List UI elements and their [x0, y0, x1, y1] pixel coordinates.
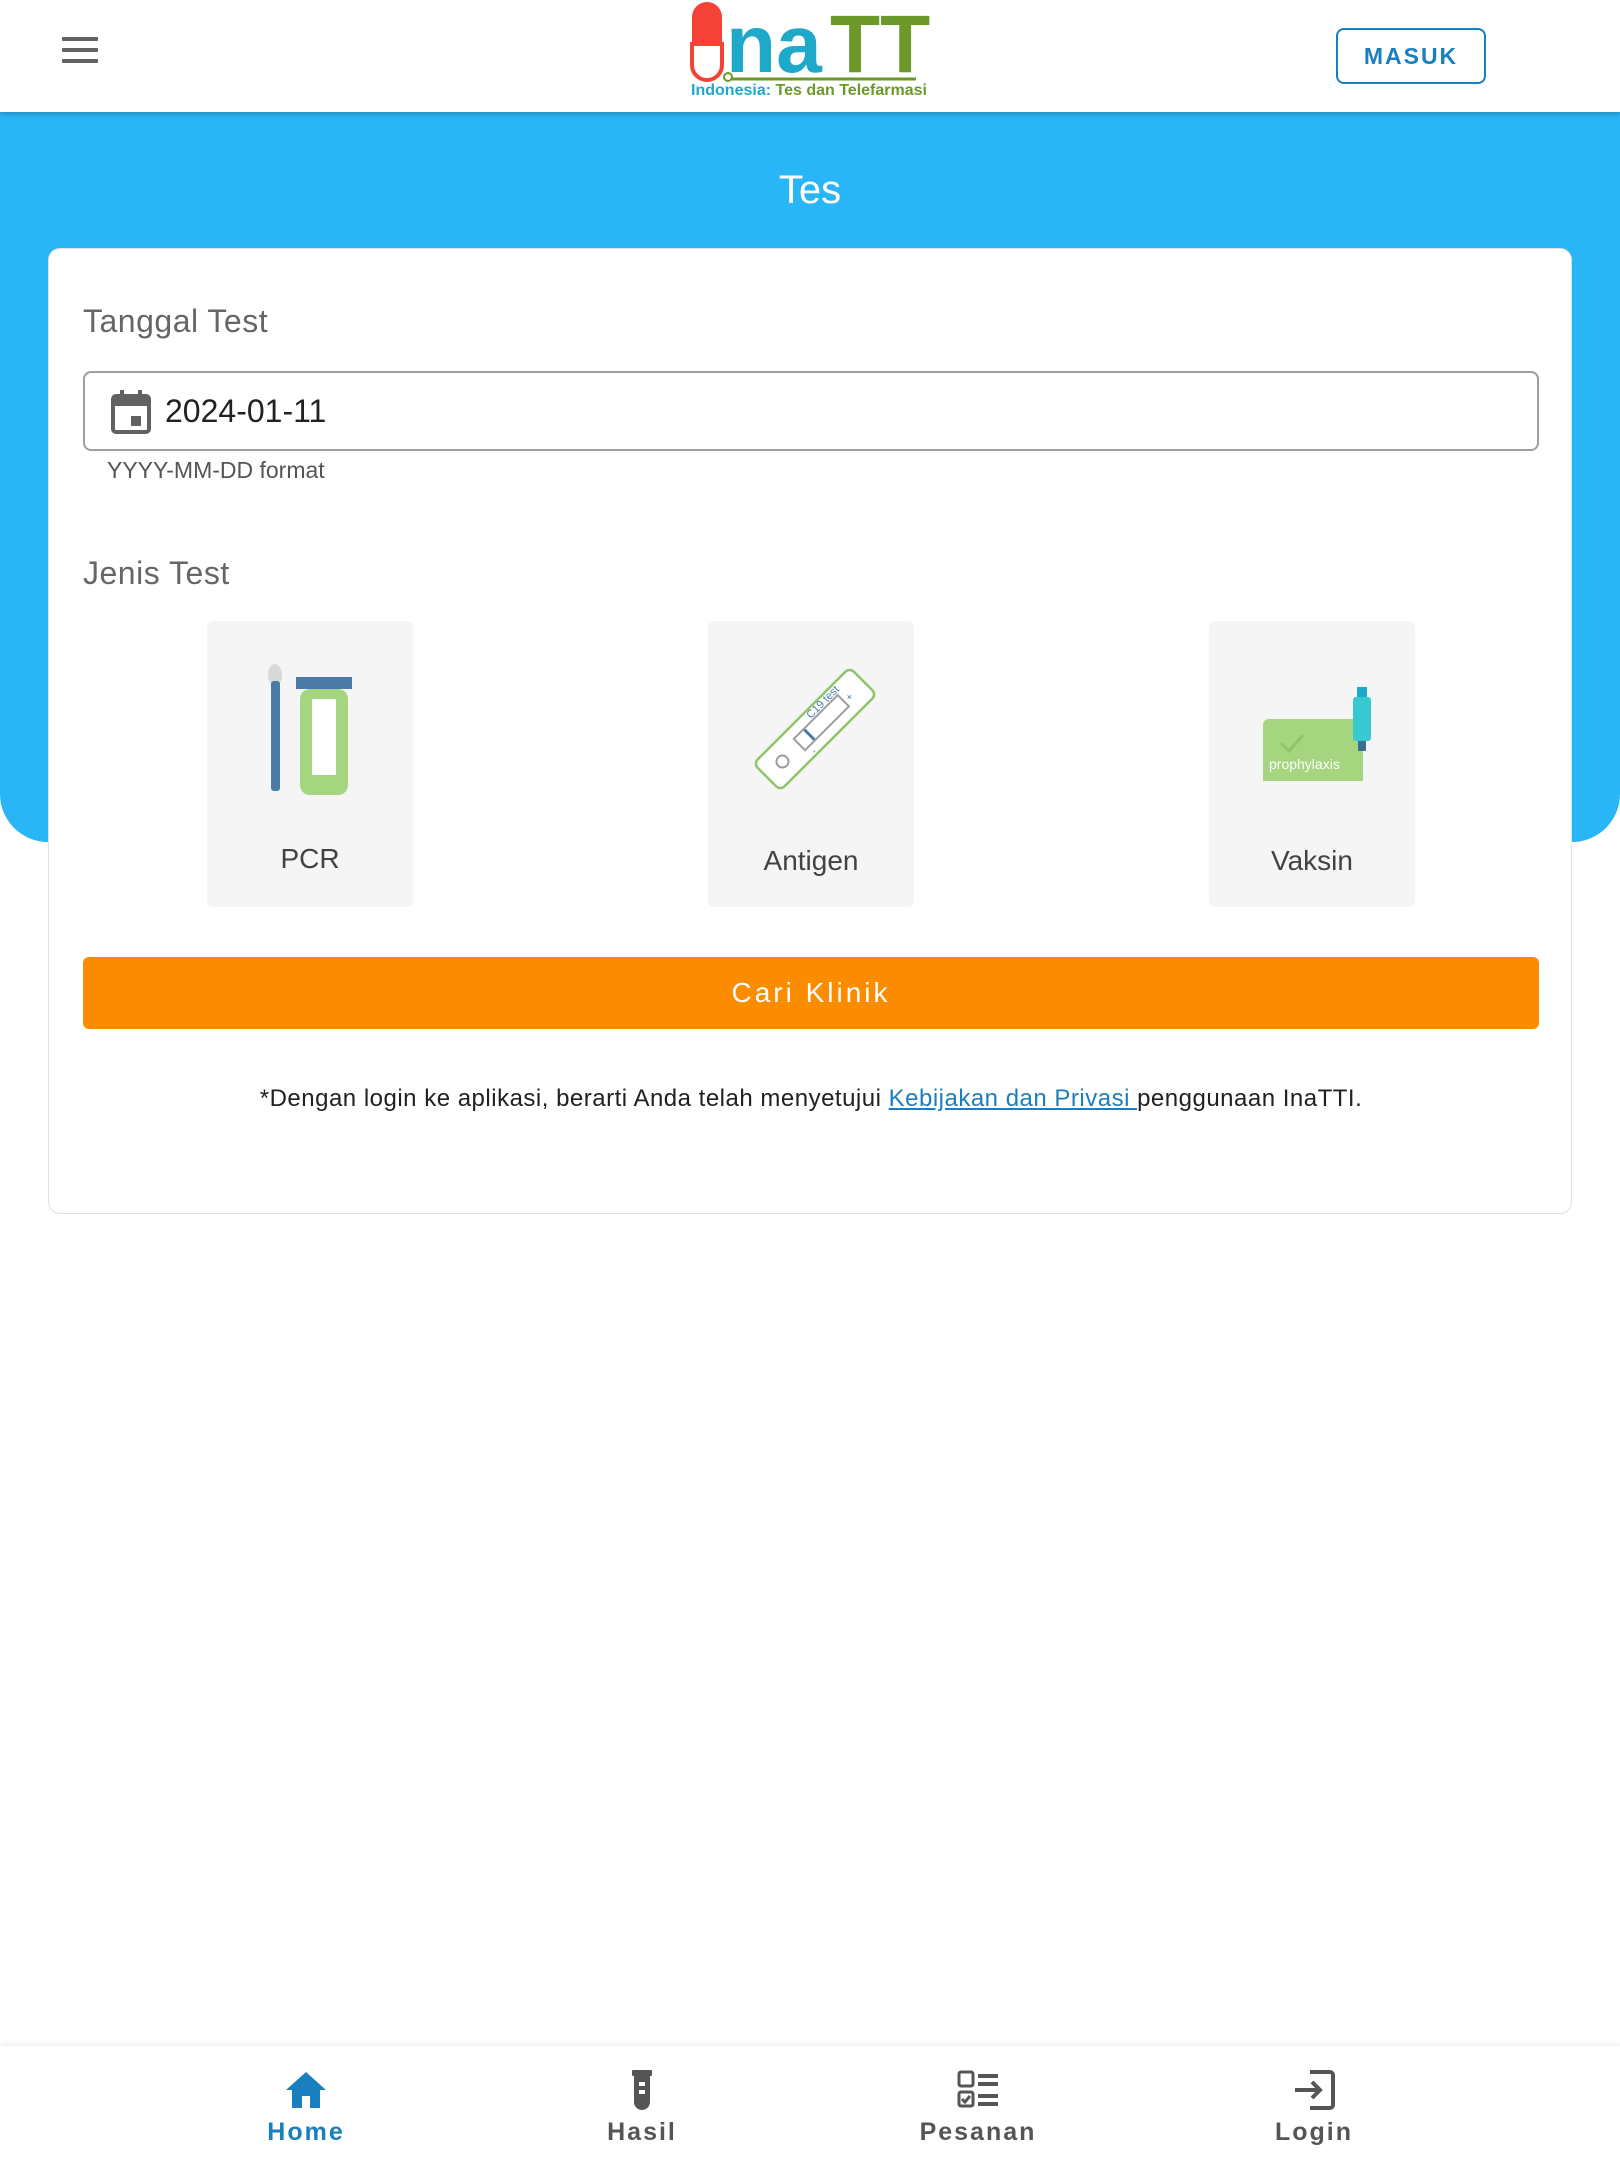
nav-pesanan[interactable]: Pesanan: [810, 2046, 1146, 2160]
nav-home[interactable]: Home: [138, 2046, 474, 2160]
date-value: 2024-01-11: [165, 393, 327, 429]
test-type-label: Jenis Test: [83, 555, 230, 591]
antigen-test-icon: C19 test + -: [754, 668, 876, 790]
disclaimer-text: *Dengan login ke aplikasi, berarti Anda …: [259, 1085, 1363, 1112]
logo-mark: na TTi: [690, 0, 951, 90]
test-option-label: PCR: [280, 843, 340, 874]
svg-text:TTi: TTi: [830, 0, 932, 84]
date-label: Tanggal Test: [83, 303, 269, 339]
page-title: Tes: [778, 168, 842, 212]
date-input[interactable]: 2024-01-11: [83, 371, 1539, 451]
vaccine-icon: prophylaxis: [1263, 687, 1371, 781]
calendar-icon: [111, 390, 151, 434]
test-form-card: Tanggal Test 2024-01-11 YYYY-MM-DD forma…: [48, 248, 1572, 1214]
login-icon: [1295, 2070, 1335, 2110]
cari-klinik-button[interactable]: Cari Klinik: [83, 957, 1539, 1029]
date-format-hint: YYYY-MM-DD format: [107, 457, 325, 483]
test-option-label: Antigen: [763, 845, 859, 876]
test-option-antigen[interactable]: C19 test + - Antigen: [708, 621, 914, 907]
svg-text:na: na: [726, 0, 823, 84]
svg-text:prophylaxis: prophylaxis: [1269, 756, 1340, 772]
test-option-label: Vaksin: [1271, 845, 1353, 876]
privacy-policy-link[interactable]: Kebijakan dan Privasi: [889, 1085, 1137, 1112]
inatti-logo[interactable]: na TTi Indonesia: Tes dan Telefarmasi: [686, 0, 951, 108]
test-option-vaksin[interactable]: prophylaxis Vaksin: [1209, 621, 1415, 907]
nav-hasil[interactable]: Hasil: [474, 2046, 810, 2160]
logo-subtitle: Indonesia: Tes dan Telefarmasi: [691, 82, 927, 99]
nav-login[interactable]: Login: [1146, 2046, 1482, 2160]
checklist-icon: [957, 2070, 998, 2108]
home-icon: [286, 2072, 326, 2108]
masuk-button[interactable]: MASUK: [1336, 28, 1486, 84]
menu-icon[interactable]: [56, 30, 104, 70]
test-option-pcr[interactable]: PCR: [207, 621, 413, 907]
bottom-navigation: Home Hasil Pesanan Login: [0, 2046, 1620, 2160]
pcr-tube-icon: [268, 664, 352, 795]
app-bar: na TTi Indonesia: Tes dan Telefarmasi MA…: [0, 0, 1620, 112]
test-tube-icon: [632, 2070, 652, 2110]
